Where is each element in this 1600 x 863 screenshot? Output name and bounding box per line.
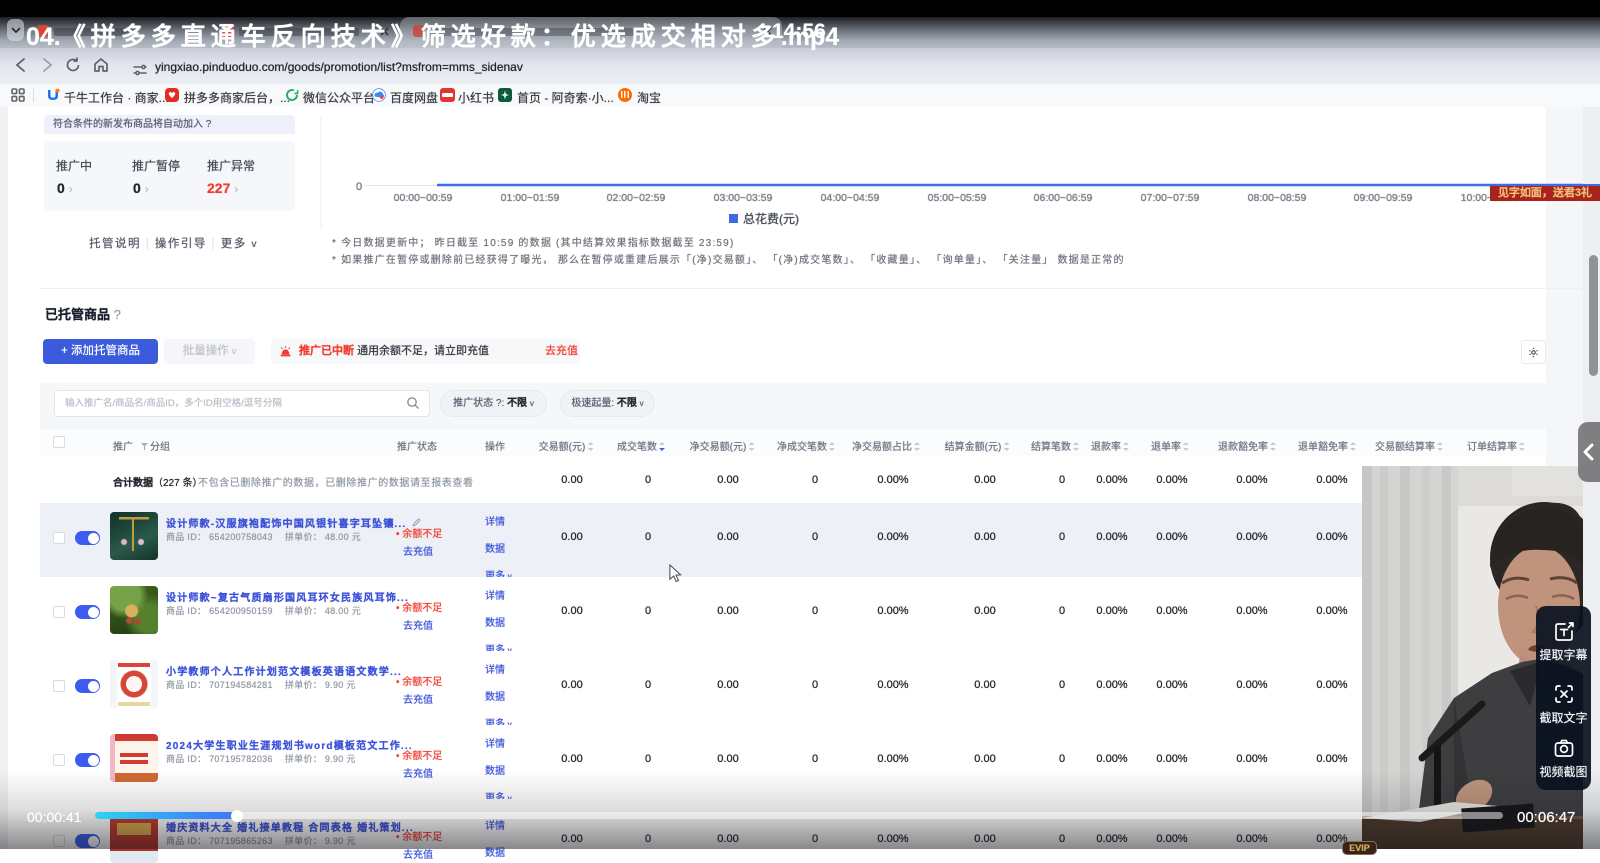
svg-text:07:00~07:59: 07:00~07:59 xyxy=(1141,192,1200,204)
svg-text:08:00~08:59: 08:00~08:59 xyxy=(1248,192,1307,204)
svg-text:09:00~09:59: 09:00~09:59 xyxy=(1354,192,1413,204)
svg-text:00:00~00:59: 00:00~00:59 xyxy=(394,192,453,204)
svg-text:05:00~05:59: 05:00~05:59 xyxy=(928,192,987,204)
svg-text:04:00~04:59: 04:00~04:59 xyxy=(821,192,880,204)
svg-text:0: 0 xyxy=(356,181,362,193)
svg-text:01:00~01:59: 01:00~01:59 xyxy=(501,192,560,204)
svg-text:总花费(元): 总花费(元) xyxy=(743,211,799,226)
svg-text:03:00~03:59: 03:00~03:59 xyxy=(714,192,773,204)
svg-text:02:00~02:59: 02:00~02:59 xyxy=(607,192,666,204)
svg-text:06:00~06:59: 06:00~06:59 xyxy=(1034,192,1093,204)
